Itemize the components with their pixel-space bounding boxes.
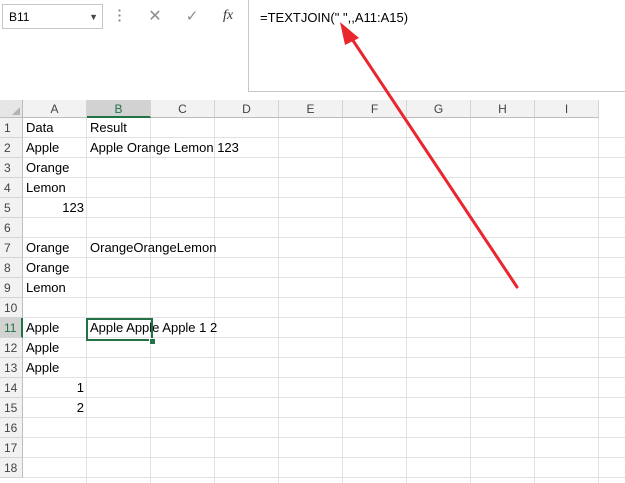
row-header-3[interactable]: 3 <box>0 158 23 178</box>
column-header-f[interactable]: F <box>343 100 407 118</box>
gridline <box>278 118 279 483</box>
gridline <box>23 297 625 298</box>
chevron-down-icon[interactable]: ▼ <box>89 12 98 22</box>
cell-a5[interactable]: 123 <box>23 198 87 218</box>
column-header-i[interactable]: I <box>535 100 599 118</box>
gridline <box>23 217 625 218</box>
cell-a13[interactable]: Apple <box>23 358 59 378</box>
gridline <box>23 377 625 378</box>
row-header-14[interactable]: 14 <box>0 378 23 398</box>
row-header-16[interactable]: 16 <box>0 418 23 438</box>
gridline <box>342 118 343 483</box>
row-header-10[interactable]: 10 <box>0 298 23 318</box>
gridline <box>598 118 599 483</box>
row-header-4[interactable]: 4 <box>0 178 23 198</box>
grip-icon[interactable] <box>118 8 121 24</box>
gridline <box>150 118 151 483</box>
row-header-12[interactable]: 12 <box>0 338 23 358</box>
formula-bar[interactable]: =TEXTJOIN(" ",,A11:A15) <box>248 0 625 92</box>
gridline <box>23 277 625 278</box>
column-header-c[interactable]: C <box>151 100 215 118</box>
cell-a2[interactable]: Apple <box>23 138 59 158</box>
column-header-e[interactable]: E <box>279 100 343 118</box>
cell-a7[interactable]: Orange <box>23 238 69 258</box>
gridline <box>470 118 471 483</box>
gridline <box>23 357 625 358</box>
cancel-icon[interactable]: ✕ <box>144 5 166 27</box>
row-header-2[interactable]: 2 <box>0 138 23 158</box>
gridline <box>23 477 625 478</box>
cell-a14[interactable]: 1 <box>23 378 87 398</box>
column-header-d[interactable]: D <box>215 100 279 118</box>
row-header-6[interactable]: 6 <box>0 218 23 238</box>
row-header-17[interactable]: 17 <box>0 438 23 458</box>
name-box-value[interactable]: B11 <box>9 10 29 24</box>
gridline <box>534 118 535 483</box>
gridline <box>23 457 625 458</box>
cell-a8[interactable]: Orange <box>23 258 69 278</box>
row-header-7[interactable]: 7 <box>0 238 23 258</box>
cell-b1[interactable]: Result <box>87 118 127 138</box>
column-header-g[interactable]: G <box>407 100 471 118</box>
insert-function-icon[interactable]: fx <box>217 5 239 27</box>
row-header-1[interactable]: 1 <box>0 118 23 138</box>
cell-a9[interactable]: Lemon <box>23 278 66 298</box>
select-all-corner[interactable] <box>0 100 23 118</box>
cell-b11[interactable]: Apple Apple Apple 1 2 <box>87 318 217 338</box>
gridline <box>23 397 625 398</box>
cell-a11[interactable]: Apple <box>23 318 59 338</box>
row-header-5[interactable]: 5 <box>0 198 23 218</box>
row-header-15[interactable]: 15 <box>0 398 23 418</box>
gridline <box>23 177 625 178</box>
enter-icon[interactable]: ✓ <box>181 5 203 27</box>
cell-b2[interactable]: Apple Orange Lemon 123 <box>87 138 239 158</box>
row-header-13[interactable]: 13 <box>0 358 23 378</box>
spreadsheet-grid[interactable]: A B C D E F G H I 1 2 3 4 5 6 7 8 9 10 11 12 13 14 15 16 17 18 Data… <box>0 100 625 483</box>
column-header-a[interactable]: A <box>23 100 87 118</box>
name-box[interactable]: B11 ▼ <box>2 4 103 29</box>
cell-a15[interactable]: 2 <box>23 398 87 418</box>
cell-a4[interactable]: Lemon <box>23 178 66 198</box>
formula-toolbar: B11 ▼ ✕ ✓ fx =TEXTJOIN(" ",,A11:A15) <box>0 0 625 93</box>
cell-a3[interactable]: Orange <box>23 158 69 178</box>
cell-b7[interactable]: OrangeOrangeLemon <box>87 238 216 258</box>
gridline <box>23 417 625 418</box>
column-header-h[interactable]: H <box>471 100 535 118</box>
formula-text[interactable]: =TEXTJOIN(" ",,A11:A15) <box>260 10 408 25</box>
row-header-18[interactable]: 18 <box>0 458 23 478</box>
gridline <box>23 197 625 198</box>
gridline <box>23 437 625 438</box>
gridline <box>406 118 407 483</box>
cell-a12[interactable]: Apple <box>23 338 59 358</box>
row-header-11[interactable]: 11 <box>0 318 23 338</box>
gridline <box>86 118 87 483</box>
row-header-9[interactable]: 9 <box>0 278 23 298</box>
column-header-b[interactable]: B <box>87 100 151 118</box>
gridline <box>214 118 215 483</box>
row-header-8[interactable]: 8 <box>0 258 23 278</box>
fill-handle[interactable] <box>149 338 156 345</box>
cell-a1[interactable]: Data <box>23 118 53 138</box>
